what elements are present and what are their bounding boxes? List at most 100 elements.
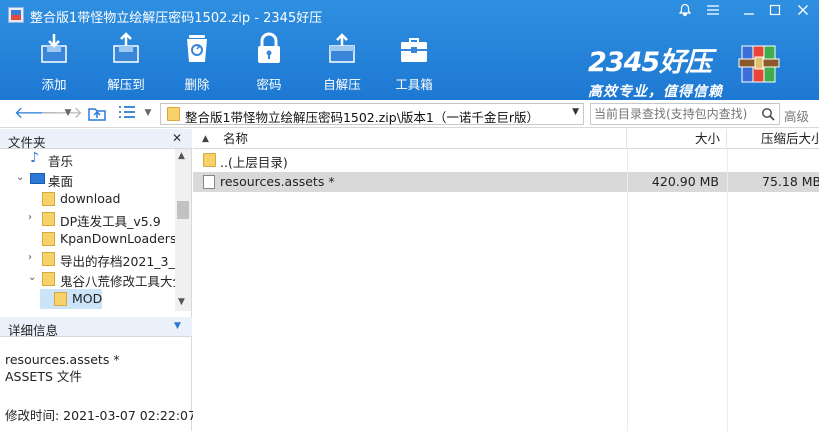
table-row[interactable]: resources.assets * 420.90 MB 75.18 MB [193,172,819,192]
view-dropdown-icon[interactable]: ▼ [142,104,154,124]
search-input[interactable] [594,106,754,122]
title-bar: 整合版1带怪物立绘解压密码1502.zip - 2345好压 [0,0,819,30]
lock-icon [253,32,285,64]
folder-icon [42,192,55,206]
tree-item-kpan[interactable]: KpanDownLoaders [28,229,175,249]
scroll-down-icon[interactable]: ▼ [178,297,185,307]
tree-item-label: download [60,191,121,206]
column-size-label: 大小 [694,131,720,146]
password-button[interactable]: 密码 [239,32,299,94]
path-field[interactable]: 整合版1带怪物立绘解压密码1502.zip\版本1（一诺千金巨r版） ▼ [160,103,584,125]
extract-to-label: 解压到 [107,77,145,92]
column-divider [627,149,628,431]
tree-item-mod[interactable]: MOD [40,289,102,309]
toolbox-label: 工具箱 [395,77,433,92]
self-extract-icon [326,32,358,64]
maximize-icon[interactable] [764,3,786,23]
scroll-up-icon[interactable]: ▲ [178,151,185,161]
path-dropdown-icon[interactable]: ▼ [572,107,579,117]
tree-item-download[interactable]: download [28,189,175,209]
detail-panel-title: 详细信息 [8,323,59,338]
brand-logo-text: 2345好压 [588,47,712,78]
file-icon [203,175,215,189]
address-bar: 🡐 🡒 ▼ ▼ 整合版1带怪物立绘解压密码1502.zip\版本1（一诺千金巨r… [0,100,819,128]
left-panel: 文件夹 ✕ ♪ 音乐 ⌄ 桌面 download › DP连发工具_v5.9 K… [0,129,196,431]
sort-asc-icon: ▲ [202,134,209,144]
folder-icon [42,232,55,246]
menu-icon[interactable] [702,3,724,23]
tree-item-desktop[interactable]: ⌄ 桌面 [16,169,175,189]
extract-to-button[interactable]: 解压到 [96,32,156,94]
up-folder-icon[interactable] [86,104,108,124]
music-note-icon: ♪ [30,150,39,166]
folder-icon [203,153,216,167]
column-compressed-label: 压缩后大小 [761,131,819,146]
extract-icon [110,32,142,64]
bell-icon[interactable] [674,3,696,23]
detail-panel: 详细信息 ▼ resources.assets * ASSETS 文件 修改时间… [0,317,196,431]
brand-slogan: 高效专业，值得信赖 [588,84,723,100]
scrollbar-thumb[interactable] [177,201,189,219]
top-bar: 整合版1带怪物立绘解压密码1502.zip - 2345好压 添加 解压到 删除… [0,0,819,100]
password-label: 密码 [256,77,282,92]
desktop-icon [30,173,45,184]
expand-arrow-icon[interactable]: › [28,252,38,263]
forward-arrow-icon[interactable]: 🡒 [40,104,83,124]
column-divider [727,149,728,431]
detail-modified-time: 修改时间: 2021-03-07 02:22:07 [5,408,196,423]
folder-icon [42,252,55,266]
tree-scrollbar[interactable]: ▲ ▼ [175,149,191,311]
view-list-icon[interactable] [116,104,138,124]
add-button[interactable]: 添加 [24,32,84,94]
tree-item-music[interactable]: ♪ 音乐 [16,149,175,169]
tree-item-dp-tool[interactable]: › DP连发工具_v5.9 [28,209,175,229]
expand-arrow-icon[interactable]: › [28,212,38,223]
search-icon[interactable] [761,107,775,121]
detail-panel-header: 详细信息 ▼ [0,317,192,338]
detail-collapse-icon[interactable]: ▼ [174,321,181,331]
collapse-arrow-icon[interactable]: ⌄ [16,172,26,183]
row-size: 420.90 MB [651,174,719,189]
tree-item-label: KpanDownLoaders [60,231,175,246]
close-icon[interactable] [792,3,814,23]
tree-item-exported-saves[interactable]: › 导出的存档2021_3_6 [28,249,175,269]
collapse-arrow-icon[interactable]: ⌄ [28,272,38,283]
row-compressed-size: 75.18 MB [762,174,819,189]
app-icon [8,7,24,23]
folders-panel-header: 文件夹 ✕ [0,129,192,150]
toolbox-button[interactable]: 工具箱 [384,32,444,94]
tree-item-label: 鬼谷八荒修改工具大全 [60,274,175,289]
tree-item-label: MOD [72,291,103,306]
delete-button[interactable]: 删除 [167,32,227,94]
file-list-header: ▲ 名称 大小 压缩后大小 [193,129,819,149]
toolbox-icon [398,32,430,64]
folder-tree: ♪ 音乐 ⌄ 桌面 download › DP连发工具_v5.9 KpanDow… [0,149,175,311]
add-label: 添加 [41,77,67,92]
advanced-search-link[interactable]: 高级 [784,106,809,125]
history-dropdown-icon[interactable]: ▼ [62,104,74,124]
folder-icon [167,107,180,121]
self-extract-label: 自解压 [323,77,361,92]
path-text: 整合版1带怪物立绘解压密码1502.zip\版本1（一诺千金巨r版） [185,110,540,125]
archive-books-icon [736,40,782,86]
tree-item-guigu-tools[interactable]: ⌄ 鬼谷八荒修改工具大全 [28,269,175,289]
brand-logo: 2345好压 高效专业，值得信赖 [588,40,723,101]
table-row-parent-dir[interactable]: ..(上层目录) [193,150,819,170]
recycle-bin-icon [181,32,213,64]
column-name[interactable]: ▲ 名称 [193,129,627,149]
delete-label: 删除 [184,77,210,92]
column-size[interactable]: 大小 [627,129,727,149]
folders-panel-close-icon[interactable]: ✕ [172,131,182,145]
tree-item-label: DP连发工具_v5.9 [60,214,161,229]
back-arrow-icon[interactable]: 🡐 [14,104,57,124]
minimize-icon[interactable] [738,3,760,23]
tree-item-label: 桌面 [48,174,74,189]
search-field[interactable] [590,103,780,125]
folder-icon [54,292,67,306]
column-compressed-size[interactable]: 压缩后大小 [727,129,819,149]
self-extract-button[interactable]: 自解压 [312,32,372,94]
tree-item-label: 音乐 [48,154,74,169]
tree-item-label: 导出的存档2021_3_6 [60,254,175,269]
window-title: 整合版1带怪物立绘解压密码1502.zip - 2345好压 [30,11,323,26]
folder-icon [42,272,55,286]
